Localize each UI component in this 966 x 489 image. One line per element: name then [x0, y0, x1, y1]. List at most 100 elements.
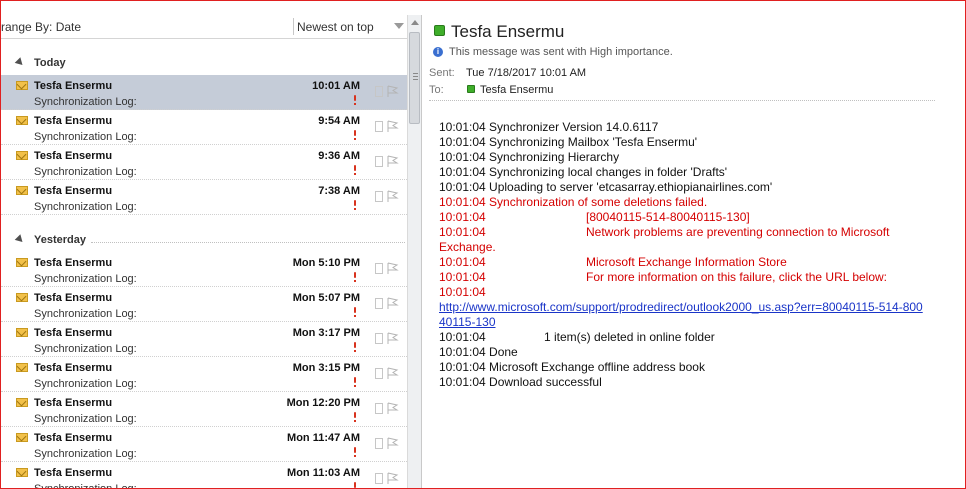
header-separator: [429, 100, 935, 101]
outlook-window: rrange By: Date Newest on top Today Yest…: [0, 0, 966, 489]
flag-icon[interactable]: [386, 472, 399, 485]
high-importance-icon: [353, 412, 357, 424]
log-line: 10:01:04 Synchronizing Hierarchy: [439, 150, 620, 164]
category-icon[interactable]: [375, 191, 383, 202]
flag-icon[interactable]: [386, 437, 399, 450]
presence-online-icon: [467, 85, 475, 93]
message-subject: Synchronization Log:: [34, 448, 137, 460]
flag-icon[interactable]: [386, 85, 399, 98]
error-line: 10:01:04 Synchronization of some deletio…: [439, 195, 708, 209]
log-time: 10:01:04: [439, 225, 486, 239]
message-time: Mon 3:17 PM: [292, 327, 360, 339]
category-icon[interactable]: [375, 263, 383, 274]
log-time: 10:01:04: [439, 270, 486, 284]
message-time: 7:38 AM: [318, 185, 360, 197]
envelope-icon: [16, 186, 28, 195]
error-text: For more information on this failure, cl…: [586, 270, 888, 284]
group-header-yesterday[interactable]: Yesterday: [1, 230, 407, 252]
message-row[interactable]: Tesfa Ensermu Mon 11:47 AM Synchronization…: [1, 427, 407, 462]
message-row[interactable]: Tesfa Ensermu 9:54 AM Synchronization Log:: [1, 110, 407, 145]
category-icon[interactable]: [375, 86, 383, 97]
high-importance-icon: [353, 447, 357, 459]
message-subject: Synchronization Log:: [34, 413, 137, 425]
error-line: 10:01:04 For more information on this fa…: [439, 270, 939, 285]
error-line-continued: Exchange.: [439, 240, 496, 254]
scrollbar-thumb[interactable]: [409, 32, 420, 124]
envelope-icon: [16, 116, 28, 125]
category-icon[interactable]: [375, 473, 383, 484]
grip-line: [413, 76, 418, 77]
high-importance-icon: [353, 200, 357, 212]
collapse-arrow-icon[interactable]: [14, 57, 26, 68]
message-row[interactable]: Tesfa Ensermu 10:01 AM Synchronization Log…: [1, 75, 407, 110]
arrange-by-label[interactable]: rrange By: Date: [1, 20, 81, 34]
sort-order-label[interactable]: Newest on top: [297, 20, 374, 34]
high-importance-icon: [353, 307, 357, 319]
flag-icon[interactable]: [386, 367, 399, 380]
error-line: 10:01:04 [80040115-514-80040115-130]: [439, 210, 939, 225]
envelope-icon: [16, 258, 28, 267]
high-importance-icon: [353, 165, 357, 177]
message-row[interactable]: Tesfa Ensermu Mon 3:17 PM Synchronization …: [1, 322, 407, 357]
to-label: To:: [429, 84, 444, 96]
envelope-icon: [16, 468, 28, 477]
message-row[interactable]: Tesfa Ensermu Mon 12:20 PM Synchronization…: [1, 392, 407, 427]
flag-icon[interactable]: [386, 297, 399, 310]
group-header-today[interactable]: Today: [1, 53, 407, 75]
support-link[interactable]: http://www.microsoft.com/support/prodred…: [439, 300, 923, 329]
message-row[interactable]: Tesfa Ensermu 7:38 AM Synchronization Log:: [1, 180, 407, 215]
category-icon[interactable]: [375, 121, 383, 132]
info-icon: i: [433, 47, 443, 57]
message-row[interactable]: Tesfa Ensermu 9:36 AM Synchronization Log:: [1, 145, 407, 180]
message-row[interactable]: Tesfa Ensermu Mon 5:10 PM Synchronization …: [1, 252, 407, 287]
log-line: 10:01:04 Uploading to server 'etcasarray…: [439, 180, 773, 194]
high-importance-icon: [353, 130, 357, 142]
message-list-scrollbar[interactable]: [407, 15, 421, 488]
envelope-icon: [16, 293, 28, 302]
category-icon[interactable]: [375, 298, 383, 309]
category-icon[interactable]: [375, 403, 383, 414]
message-subject: Synchronization Log:: [34, 96, 137, 108]
message-sender: Tesfa Ensermu: [34, 115, 113, 127]
category-icon[interactable]: [375, 333, 383, 344]
flag-icon[interactable]: [386, 155, 399, 168]
flag-icon[interactable]: [386, 332, 399, 345]
message-sender: Tesfa Ensermu: [34, 80, 113, 92]
sender-name[interactable]: Tesfa Ensermu: [451, 22, 564, 42]
category-icon[interactable]: [375, 438, 383, 449]
reading-pane: Tesfa Ensermu i This message was sent wi…: [422, 1, 965, 488]
importance-note: This message was sent with High importan…: [449, 46, 673, 58]
message-sender: Tesfa Ensermu: [34, 362, 113, 374]
scroll-up-icon[interactable]: [411, 20, 419, 25]
log-time: 10:01:04: [439, 330, 486, 344]
error-line: 10:01:04: [439, 285, 486, 299]
sort-dropdown-icon[interactable]: [394, 23, 404, 29]
error-text: Microsoft Exchange Information Store: [586, 255, 787, 269]
message-sender: Tesfa Ensermu: [34, 327, 113, 339]
flag-icon[interactable]: [386, 402, 399, 415]
grip-line: [413, 79, 418, 80]
arrange-by-header[interactable]: rrange By: Date Newest on top: [1, 15, 407, 39]
message-time: 9:54 AM: [318, 115, 360, 127]
log-line: 10:01:04 Synchronizer Version 14.0.6117: [439, 120, 659, 134]
log-line: 10:01:04 Done: [439, 345, 518, 359]
message-row[interactable]: Tesfa Ensermu Mon 11:03 AM Synchronization…: [1, 462, 407, 488]
flag-icon[interactable]: [386, 120, 399, 133]
flag-icon[interactable]: [386, 190, 399, 203]
message-row[interactable]: Tesfa Ensermu Mon 3:15 PM Synchronization …: [1, 357, 407, 392]
category-icon[interactable]: [375, 368, 383, 379]
group-divider: [91, 242, 405, 243]
envelope-icon: [16, 81, 28, 90]
flag-icon[interactable]: [386, 262, 399, 275]
message-subject: Synchronization Log:: [34, 166, 137, 178]
message-sender: Tesfa Ensermu: [34, 432, 113, 444]
to-recipient[interactable]: Tesfa Ensermu: [480, 84, 553, 96]
category-icon[interactable]: [375, 156, 383, 167]
message-sender: Tesfa Ensermu: [34, 467, 113, 479]
message-time: Mon 5:07 PM: [292, 292, 360, 304]
log-line: 10:01:04 Download successful: [439, 375, 602, 389]
collapse-arrow-icon[interactable]: [14, 234, 26, 245]
envelope-icon: [16, 433, 28, 442]
message-row[interactable]: Tesfa Ensermu Mon 5:07 PM Synchronization …: [1, 287, 407, 322]
error-line: 10:01:04 Microsoft Exchange Information …: [439, 255, 939, 270]
